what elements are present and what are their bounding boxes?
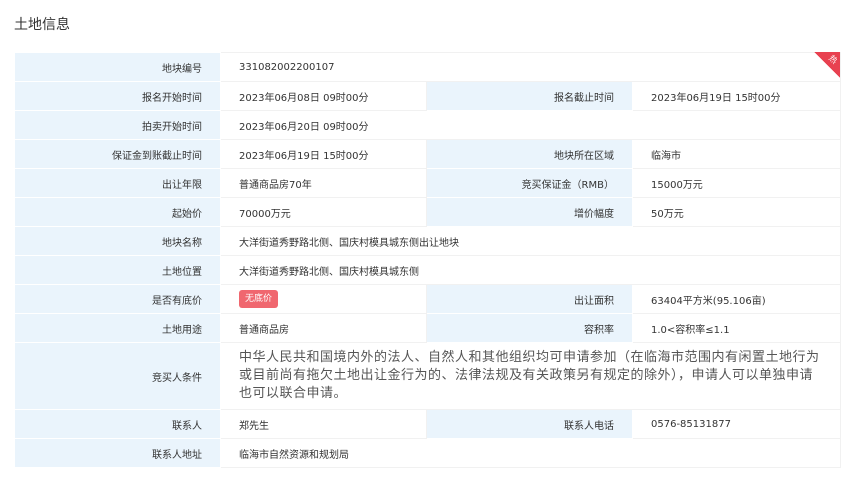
signup-end-label: 报名截止时间 xyxy=(426,81,633,111)
signup-end-value: 2023年06月19日 15时00分 xyxy=(631,81,842,111)
table-row: 竞买人条件 中华人民共和国境内外的法人、自然人和其他组织均可申请参加（在临海市范… xyxy=(14,342,842,410)
parcel-name-value: 大洋街道秀野路北侧、国庆村模具城东侧出让地块 xyxy=(219,226,842,256)
deposit-deadline-label: 保证金到账截止时间 xyxy=(14,139,221,169)
deposit-deadline-value: 2023年06月19日 15时00分 xyxy=(220,139,427,169)
start-price-value: 70000万元 xyxy=(220,197,427,227)
area-value: 63404平方米(95.106亩) xyxy=(631,284,842,314)
table-row: 土地位置 大洋街道秀野路北侧、国庆村模具城东侧 xyxy=(14,255,842,285)
phone-label: 联系人电话 xyxy=(426,409,633,439)
term-value: 普通商品房70年 xyxy=(220,168,427,198)
land-info-table: 地块编号 331082002200107 报名开始时间 2023年06月08日 … xyxy=(14,52,842,468)
hot-corner-badge: 热 xyxy=(814,52,840,78)
deposit-value: 15000万元 xyxy=(631,168,842,198)
usage-value: 普通商品房 xyxy=(220,313,427,343)
usage-label: 土地用途 xyxy=(14,313,221,343)
table-row: 是否有底价 无底价 出让面积 63404平方米(95.106亩) xyxy=(14,284,842,314)
table-row: 地块名称 大洋街道秀野路北侧、国庆村模具城东侧出让地块 xyxy=(14,226,842,256)
table-row: 联系人 郑先生 联系人电话 0576-85131877 xyxy=(14,409,842,439)
table-row: 报名开始时间 2023年06月08日 09时00分 报名截止时间 2023年06… xyxy=(14,81,842,111)
location-label: 土地位置 xyxy=(14,255,221,285)
phone-value: 0576-85131877 xyxy=(631,409,842,439)
table-row: 地块编号 331082002200107 xyxy=(14,52,842,82)
table-row: 保证金到账截止时间 2023年06月19日 15时00分 地块所在区域 临海市 xyxy=(14,139,842,169)
no-reserve-badge: 无底价 xyxy=(239,290,279,308)
table-row: 土地用途 普通商品房 容积率 1.0<容积率≤1.1 xyxy=(14,313,842,343)
table-row: 起始价 70000万元 增价幅度 50万元 xyxy=(14,197,842,227)
deposit-label: 竞买保证金（RMB） xyxy=(426,168,633,198)
table-row: 拍卖开始时间 2023年06月20日 09时00分 xyxy=(14,110,842,140)
hot-corner-label: 热 xyxy=(826,53,840,66)
section-title: 土地信息 xyxy=(14,17,70,33)
conditions-value: 中华人民共和国境内外的法人、自然人和其他组织均可申请参加（在临海市范围内有闲置土… xyxy=(219,342,842,410)
reserve-cell: 无底价 xyxy=(220,284,427,314)
conditions-label: 竞买人条件 xyxy=(14,342,221,410)
parcel-no-label: 地块编号 xyxy=(14,52,221,82)
signup-start-value: 2023年06月08日 09时00分 xyxy=(220,81,427,111)
term-label: 出让年限 xyxy=(14,168,221,198)
far-value: 1.0<容积率≤1.1 xyxy=(631,313,842,343)
auction-start-value: 2023年06月20日 09时00分 xyxy=(219,110,842,140)
address-value: 临海市自然资源和规划局 xyxy=(219,438,842,468)
increment-label: 增价幅度 xyxy=(426,197,633,227)
area-label: 出让面积 xyxy=(426,284,633,314)
increment-value: 50万元 xyxy=(631,197,842,227)
start-price-label: 起始价 xyxy=(14,197,221,227)
region-label: 地块所在区域 xyxy=(426,139,633,169)
contact-value: 郑先生 xyxy=(220,409,427,439)
auction-start-label: 拍卖开始时间 xyxy=(14,110,221,140)
contact-label: 联系人 xyxy=(14,409,221,439)
location-value: 大洋街道秀野路北侧、国庆村模具城东侧 xyxy=(219,255,842,285)
reserve-label: 是否有底价 xyxy=(14,284,221,314)
parcel-name-label: 地块名称 xyxy=(14,226,221,256)
signup-start-label: 报名开始时间 xyxy=(14,81,221,111)
table-row: 出让年限 普通商品房70年 竞买保证金（RMB） 15000万元 xyxy=(14,168,842,198)
parcel-no-value: 331082002200107 xyxy=(219,52,842,82)
address-label: 联系人地址 xyxy=(14,438,221,468)
far-label: 容积率 xyxy=(426,313,633,343)
table-row: 联系人地址 临海市自然资源和规划局 xyxy=(14,438,842,468)
region-value: 临海市 xyxy=(631,139,842,169)
